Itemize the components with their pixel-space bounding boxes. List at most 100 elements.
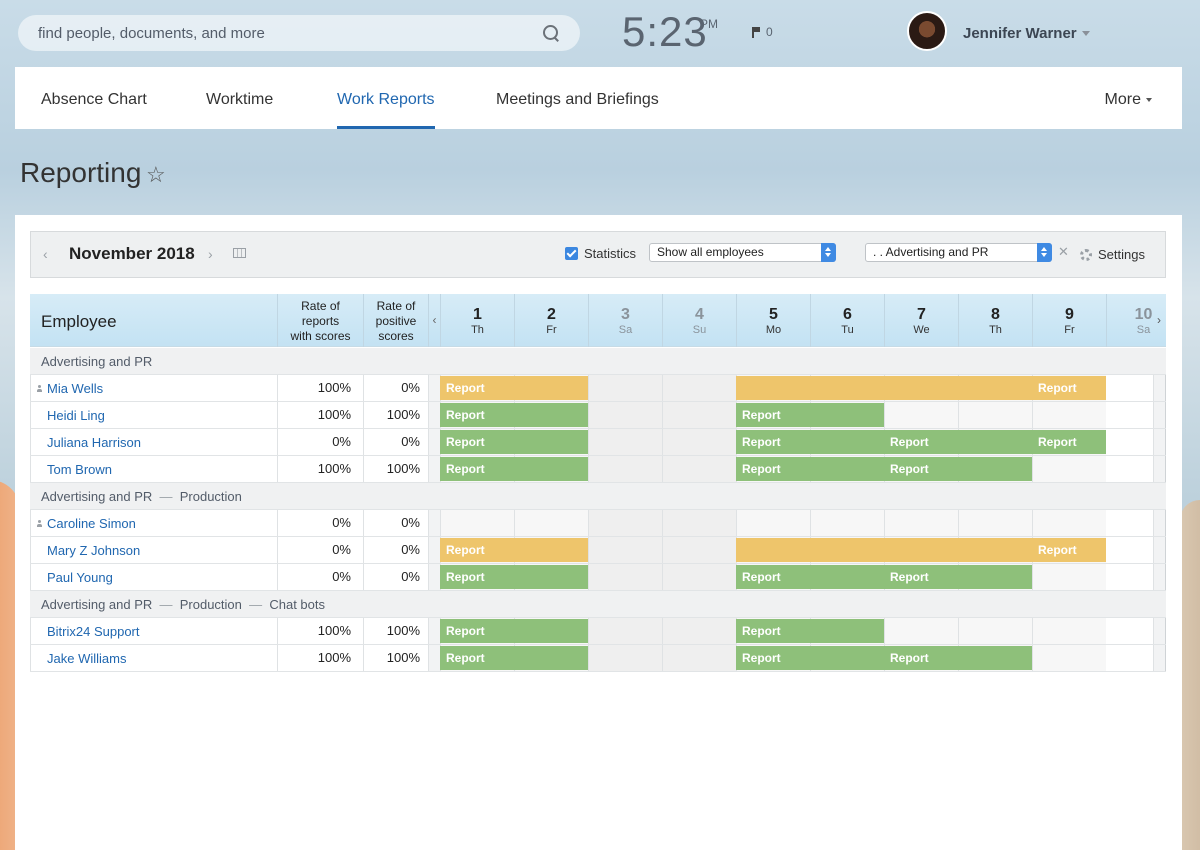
report-bar[interactable] <box>736 538 1032 562</box>
department-select[interactable]: . . Advertising and PR <box>865 243 1052 262</box>
day-cell[interactable] <box>958 510 1032 536</box>
report-bar[interactable]: Report <box>440 376 588 400</box>
search-input[interactable] <box>38 24 542 42</box>
day-cell[interactable] <box>1032 564 1106 590</box>
day-cell[interactable] <box>662 375 736 401</box>
day-cell[interactable] <box>588 429 662 455</box>
day-cell[interactable] <box>1153 429 1166 455</box>
day-cell[interactable] <box>662 645 736 671</box>
day-cell[interactable] <box>884 402 958 428</box>
report-bar[interactable]: Report <box>1032 376 1106 400</box>
day-cell[interactable] <box>958 618 1032 644</box>
report-bar[interactable]: Report <box>884 646 1032 670</box>
day-cell[interactable] <box>810 510 884 536</box>
day-cell[interactable] <box>1153 402 1166 428</box>
tab-meetings-and-briefings[interactable]: Meetings and Briefings <box>496 67 659 129</box>
day-cell[interactable] <box>662 510 736 536</box>
day-cell[interactable] <box>662 429 736 455</box>
day-cell[interactable] <box>884 510 958 536</box>
report-bar[interactable]: Report <box>736 565 884 589</box>
day-cell[interactable] <box>958 402 1032 428</box>
report-bar[interactable]: Report <box>440 430 588 454</box>
chevron-left-icon[interactable]: ‹ <box>428 294 440 347</box>
search-bar[interactable] <box>18 15 580 51</box>
day-cell[interactable] <box>1032 645 1106 671</box>
day-cell[interactable] <box>662 456 736 482</box>
employee-link[interactable]: Heidi Ling <box>47 408 105 423</box>
day-cell[interactable] <box>1153 510 1166 536</box>
employee-link[interactable]: Jake Williams <box>47 651 126 666</box>
person-icon <box>37 385 42 392</box>
employee-link[interactable]: Mia Wells <box>47 381 103 396</box>
day-cell[interactable] <box>588 402 662 428</box>
chevron-right-icon[interactable]: › <box>208 246 213 262</box>
chevron-down-icon[interactable] <box>1082 31 1090 36</box>
employee-link[interactable]: Bitrix24 Support <box>47 624 140 639</box>
tab-worktime[interactable]: Worktime <box>206 67 273 129</box>
day-cell[interactable] <box>736 510 810 536</box>
report-bar[interactable]: Report <box>440 538 588 562</box>
day-cell[interactable] <box>440 510 514 536</box>
report-bar[interactable]: Report <box>736 457 884 481</box>
report-bar[interactable]: Report <box>884 430 1032 454</box>
employee-link[interactable]: Mary Z Johnson <box>47 543 140 558</box>
settings-button[interactable]: Settings <box>1098 247 1145 262</box>
day-cell[interactable] <box>1153 456 1166 482</box>
day-cell[interactable] <box>662 618 736 644</box>
chevron-left-icon[interactable]: ‹ <box>43 246 48 262</box>
gear-icon[interactable] <box>1080 249 1092 261</box>
day-cell[interactable] <box>884 618 958 644</box>
day-cell[interactable] <box>662 402 736 428</box>
report-bar[interactable]: Report <box>440 646 588 670</box>
statistics-checkbox[interactable] <box>565 247 578 260</box>
day-cell[interactable] <box>588 618 662 644</box>
day-number: 4 <box>695 306 704 323</box>
report-bar[interactable]: Report <box>736 646 884 670</box>
user-name[interactable]: Jennifer Warner <box>963 25 1077 42</box>
day-cell[interactable] <box>1032 618 1106 644</box>
report-bar[interactable]: Report <box>884 565 1032 589</box>
close-icon[interactable]: ✕ <box>1058 244 1069 260</box>
day-cell[interactable] <box>1032 402 1106 428</box>
report-bar[interactable]: Report <box>440 457 588 481</box>
report-bar[interactable] <box>736 376 1032 400</box>
day-cell[interactable] <box>588 645 662 671</box>
employee-link[interactable]: Caroline Simon <box>47 516 136 531</box>
day-cell[interactable] <box>662 537 736 563</box>
day-cell[interactable] <box>588 510 662 536</box>
report-bar[interactable]: Report <box>736 430 884 454</box>
day-cell[interactable] <box>588 537 662 563</box>
flag-counter[interactable]: 0 <box>752 25 773 39</box>
employee-link[interactable]: Juliana Harrison <box>47 435 141 450</box>
report-bar[interactable]: Report <box>440 619 588 643</box>
report-bar[interactable]: Report <box>440 403 588 427</box>
day-cell[interactable] <box>514 510 588 536</box>
report-bar[interactable]: Report <box>440 565 588 589</box>
employee-link[interactable]: Paul Young <box>47 570 113 585</box>
report-bar[interactable]: Report <box>736 403 884 427</box>
tab-absence-chart[interactable]: Absence Chart <box>41 67 147 129</box>
day-cell[interactable] <box>1032 456 1106 482</box>
day-cell[interactable] <box>1153 537 1166 563</box>
star-icon[interactable]: ☆ <box>146 162 166 188</box>
day-cell[interactable] <box>662 564 736 590</box>
report-bar[interactable]: Report <box>1032 538 1106 562</box>
calendar-icon[interactable] <box>233 248 246 258</box>
day-cell[interactable] <box>588 375 662 401</box>
nav-more-button[interactable]: More <box>1105 67 1152 129</box>
report-bar[interactable]: Report <box>1032 430 1106 454</box>
avatar[interactable] <box>907 11 947 51</box>
day-cell[interactable] <box>1153 645 1166 671</box>
report-bar[interactable]: Report <box>736 619 884 643</box>
employee-link[interactable]: Tom Brown <box>47 462 112 477</box>
day-cell[interactable] <box>1032 510 1106 536</box>
tab-work-reports[interactable]: Work Reports <box>337 67 435 129</box>
employees-select[interactable]: Show all employees <box>649 243 836 262</box>
day-cell[interactable] <box>588 456 662 482</box>
report-bar[interactable]: Report <box>884 457 1032 481</box>
day-cell[interactable] <box>1153 564 1166 590</box>
search-icon[interactable] <box>542 24 560 42</box>
day-cell[interactable] <box>1153 618 1166 644</box>
day-cell[interactable] <box>1153 375 1166 401</box>
day-cell[interactable] <box>588 564 662 590</box>
